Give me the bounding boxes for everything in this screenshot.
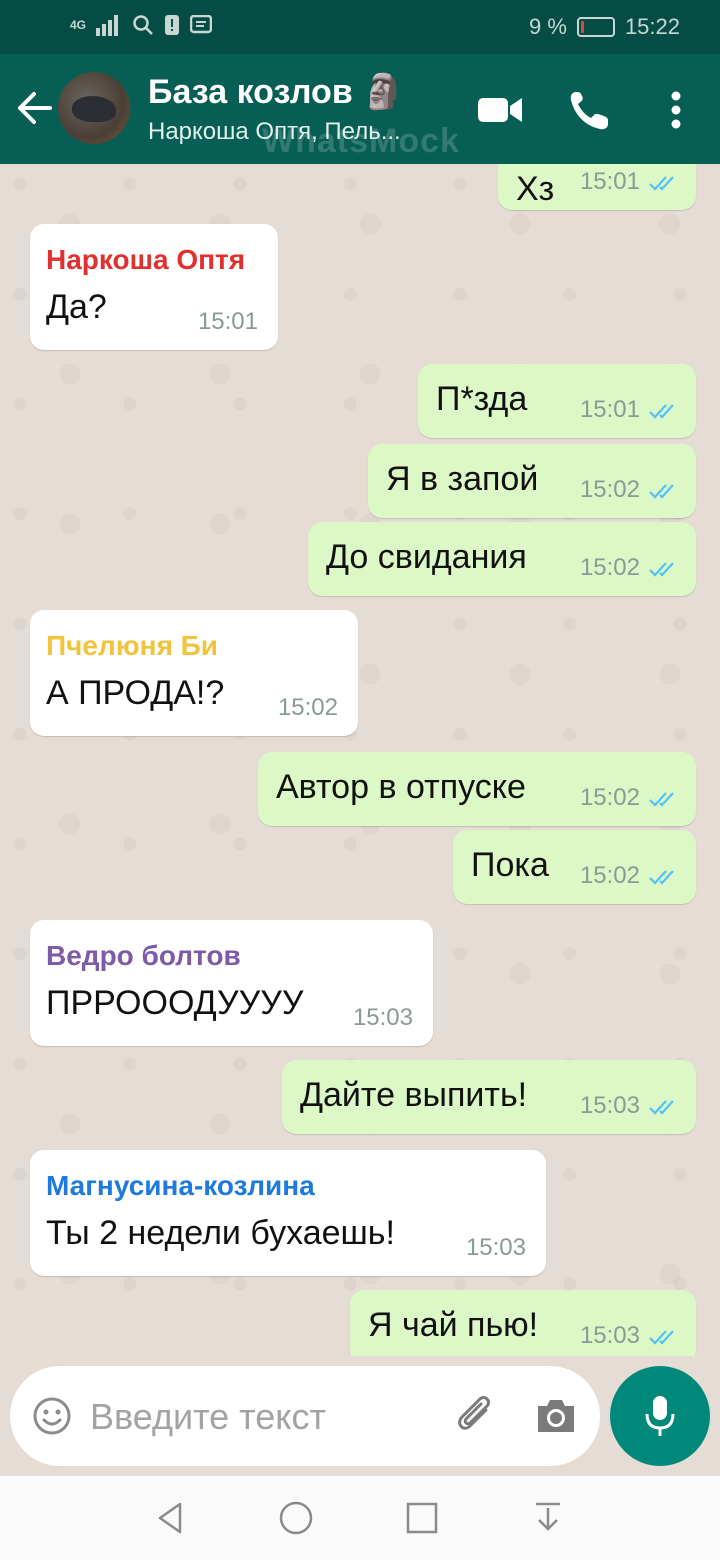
signal-icon — [96, 15, 119, 36]
message-text: ПРРОООДУУУУ — [46, 984, 304, 1022]
incoming-message[interactable]: Магнусина-козлина Ты 2 недели бухаешь! 15:… — [30, 1150, 546, 1276]
phone-icon[interactable] — [566, 88, 614, 132]
network-indicator: 4G — [70, 18, 87, 32]
sender-name[interactable]: Ведро болтов — [46, 940, 241, 972]
outgoing-message[interactable]: Дайте выпить! 15:03 — [282, 1060, 696, 1134]
message-input-bar[interactable]: Введите текст — [10, 1366, 600, 1466]
outgoing-message[interactable]: П*зда 15:01 — [418, 364, 696, 438]
message-text: Я в запой — [386, 460, 539, 498]
message-time: 15:02 — [579, 784, 640, 811]
battery-icon — [576, 17, 615, 37]
outgoing-message[interactable]: Я в запой 15:02 — [368, 444, 696, 518]
outgoing-message[interactable]: Автор в отпуске 15:02 — [258, 752, 696, 826]
incoming-message[interactable]: Пчелюня Би А ПРОДА!? 15:02 — [30, 610, 358, 736]
camera-icon[interactable] — [534, 1396, 578, 1436]
sender-name[interactable]: Наркоша Оптя — [46, 244, 245, 276]
message-text: Ты 2 недели бухаешь! — [46, 1214, 395, 1252]
nav-back-icon[interactable] — [150, 1498, 190, 1538]
clock: 15:22 — [624, 14, 680, 39]
sender-name[interactable]: Магнусина-козлина — [46, 1170, 315, 1202]
message-text: Хз — [516, 170, 555, 208]
message-time: 15:01 — [197, 308, 258, 335]
message-text: Да? — [46, 288, 107, 326]
message-list[interactable]: Хз 15:01 Наркоша Оптя Да? 15:01 П*зда 15:01 Я в… — [0, 164, 720, 1356]
system-navigation-bar — [0, 1476, 720, 1560]
nav-home-icon[interactable] — [276, 1498, 316, 1538]
nav-notifications-icon[interactable] — [528, 1498, 568, 1538]
message-text: Пока — [471, 846, 549, 884]
read-receipt-icon — [649, 404, 674, 419]
message-input[interactable]: Введите текст — [90, 1396, 326, 1438]
message-time: 15:02 — [579, 554, 640, 581]
outgoing-message[interactable]: Хз 15:01 — [498, 164, 696, 210]
watermark: WhatsMock — [262, 122, 460, 160]
sender-name[interactable]: Пчелюня Би — [46, 630, 218, 662]
moai-emoji-icon: 🗿 — [362, 73, 405, 111]
outgoing-message[interactable]: Пока 15:02 — [453, 830, 696, 904]
warning-icon — [165, 15, 180, 35]
incoming-message[interactable]: Наркоша Оптя Да? 15:01 — [30, 224, 278, 350]
video-call-icon[interactable] — [476, 88, 524, 132]
read-receipt-icon — [649, 792, 674, 807]
read-receipt-icon — [649, 562, 674, 577]
attach-icon[interactable] — [454, 1392, 498, 1440]
message-text: Я чай пью! — [368, 1306, 539, 1344]
message-text: А ПРОДА!? — [46, 674, 225, 712]
mic-icon — [645, 1396, 675, 1436]
message-time: 15:01 — [579, 168, 640, 195]
outgoing-message[interactable]: До свидания 15:02 — [308, 522, 696, 596]
message-text: Автор в отпуске — [276, 768, 526, 806]
group-avatar[interactable] — [58, 72, 130, 144]
message-time: 15:01 — [579, 396, 640, 423]
message-time: 15:03 — [465, 1234, 526, 1261]
search-icon — [133, 15, 153, 35]
chat-header: База козлов 🗿 Наркоша Оптя, Пель... What… — [0, 54, 720, 164]
message-time: 15:02 — [579, 476, 640, 503]
message-time: 15:03 — [352, 1004, 413, 1031]
read-receipt-icon — [649, 870, 674, 885]
message-text: Дайте выпить! — [300, 1076, 528, 1114]
message-text: До свидания — [326, 538, 527, 576]
back-arrow-icon[interactable] — [14, 88, 54, 128]
read-receipt-icon — [649, 176, 674, 191]
battery-percent: 9 % — [529, 14, 567, 39]
message-time: 15:02 — [277, 694, 338, 721]
read-receipt-icon — [649, 1330, 674, 1345]
message-notification-icon — [190, 15, 213, 34]
message-time: 15:02 — [579, 862, 640, 889]
read-receipt-icon — [649, 1100, 674, 1115]
incoming-message[interactable]: Ведро болтов ПРРОООДУУУУ 15:03 — [30, 920, 433, 1046]
read-receipt-icon — [649, 484, 674, 499]
emoji-icon[interactable] — [32, 1396, 72, 1436]
chat-title[interactable]: База козлов 🗿 — [148, 72, 405, 112]
message-text: П*зда — [436, 380, 528, 418]
message-time: 15:03 — [579, 1322, 640, 1349]
outgoing-message[interactable]: Я чай пью! 15:03 — [350, 1290, 696, 1356]
message-time: 15:03 — [579, 1092, 640, 1119]
mic-button[interactable] — [610, 1366, 710, 1466]
nav-recents-icon[interactable] — [402, 1498, 442, 1538]
more-vert-icon[interactable] — [652, 88, 700, 132]
status-bar: 4G 9 % 15:22 — [0, 0, 720, 54]
